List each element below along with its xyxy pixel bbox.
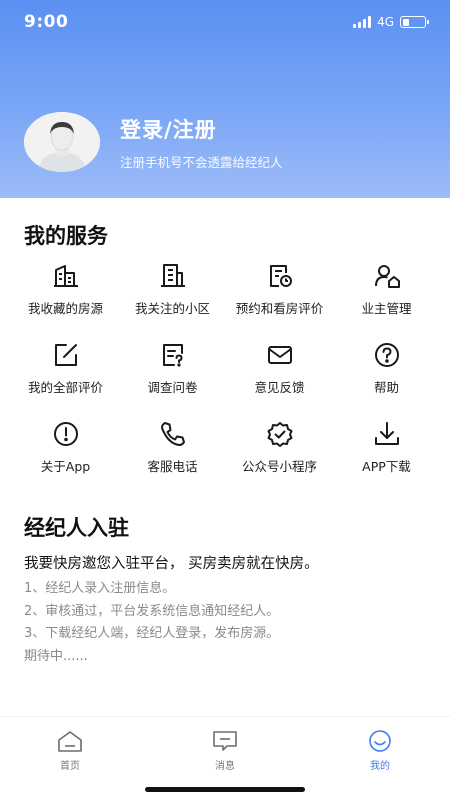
tab-home[interactable]: 首页	[35, 729, 105, 772]
agent-steps: 1、经纪人录入注册信息。 2、审核通过，平台发系统信息通知经纪人。 3、下载经纪…	[24, 578, 279, 668]
service-item-feedback[interactable]: 意见反馈	[226, 341, 333, 398]
service-label: 公众号小程序	[241, 459, 317, 474]
network-type: 4G	[377, 15, 394, 29]
phone-icon	[160, 422, 185, 446]
agent-step: 3、下载经纪人端，经纪人登录，发布房源。	[24, 626, 280, 641]
service-item-appointments[interactable]: 预约和看房评价	[226, 262, 333, 319]
agent-step: 1、经纪人录入注册信息。	[24, 581, 176, 596]
service-item-app-download[interactable]: APP下载	[333, 420, 440, 477]
service-item-followed-communities[interactable]: 我关注的小区	[119, 262, 226, 319]
login-text: 登录/注册 注册手机号不会透露给经纪人	[120, 114, 283, 171]
service-label: 关于App	[40, 459, 91, 474]
tab-label: 消息	[215, 761, 235, 772]
service-item-owner-management[interactable]: 业主管理	[333, 262, 440, 319]
service-item-customer-service[interactable]: 客服电话	[119, 420, 226, 477]
services-title: 我的服务	[24, 224, 108, 248]
login-subtitle: 注册手机号不会透露给经纪人	[120, 154, 283, 170]
agent-section-title: 经纪人入驻	[24, 516, 129, 540]
info-circle-icon	[53, 422, 78, 446]
service-item-official-account[interactable]: 公众号小程序	[226, 420, 333, 477]
status-time: 9:00	[24, 12, 69, 32]
service-label: 调查问卷	[147, 380, 198, 395]
default-avatar-icon	[24, 112, 100, 172]
apartment-icon	[160, 264, 185, 287]
service-label: 预约和看房评价	[235, 301, 324, 316]
services-grid: 我收藏的房源 我关注的小区 预约和看房评价 业主管理 我的全部评价 调查问卷 意…	[12, 262, 440, 477]
question-circle-icon	[374, 343, 399, 367]
agent-step: 2、审核通过，平台发系统信息通知经纪人。	[24, 603, 280, 619]
service-label: 我关注的小区	[134, 301, 210, 316]
agent-lead-text: 我要快房邀您入驻平台， 买房卖房就在快房。	[24, 556, 319, 572]
service-label: 意见反馈	[254, 380, 305, 395]
service-item-help[interactable]: 帮助	[333, 341, 440, 398]
home-indicator	[145, 787, 305, 792]
status-bar: 9:00 4G	[0, 0, 450, 44]
service-label: 帮助	[373, 380, 399, 395]
login-entry[interactable]: 登录/注册 注册手机号不会透露给经纪人	[24, 112, 283, 172]
service-label: APP下载	[362, 459, 411, 474]
tab-me[interactable]: 我的	[345, 729, 415, 772]
download-icon	[374, 422, 399, 445]
tab-label: 我的	[370, 761, 390, 772]
questionnaire-icon	[162, 344, 183, 367]
smile-icon	[369, 730, 391, 752]
battery-level	[402, 18, 409, 26]
service-item-favorites[interactable]: 我收藏的房源	[12, 262, 119, 319]
service-label: 我收藏的房源	[27, 301, 103, 316]
service-item-my-reviews[interactable]: 我的全部评价	[12, 341, 119, 398]
envelope-icon	[267, 346, 292, 364]
agent-step: 期待中......	[24, 648, 88, 664]
service-item-about-app[interactable]: 关于App	[12, 420, 119, 477]
user-home-icon	[374, 265, 400, 288]
battery-icon	[400, 16, 429, 28]
service-item-survey[interactable]: 调查问卷	[119, 341, 226, 398]
service-label: 业主管理	[361, 301, 412, 316]
tab-label: 首页	[60, 761, 80, 772]
message-icon	[213, 731, 237, 751]
badge-check-icon	[267, 422, 292, 447]
home-icon	[58, 731, 82, 752]
service-label: 我的全部评价	[27, 380, 103, 395]
profile-header: 9:00 4G 登录/注册 注册手机号不会透露给经纪人	[0, 0, 450, 198]
edit-square-icon	[54, 344, 77, 366]
document-clock-icon	[269, 265, 292, 287]
building-star-icon	[53, 265, 78, 287]
signal-icon	[353, 16, 372, 28]
login-title[interactable]: 登录/注册	[120, 114, 283, 144]
status-indicators: 4G	[353, 15, 429, 29]
tab-messages[interactable]: 消息	[190, 729, 260, 772]
service-label: 客服电话	[147, 459, 198, 474]
avatar[interactable]	[24, 112, 100, 172]
